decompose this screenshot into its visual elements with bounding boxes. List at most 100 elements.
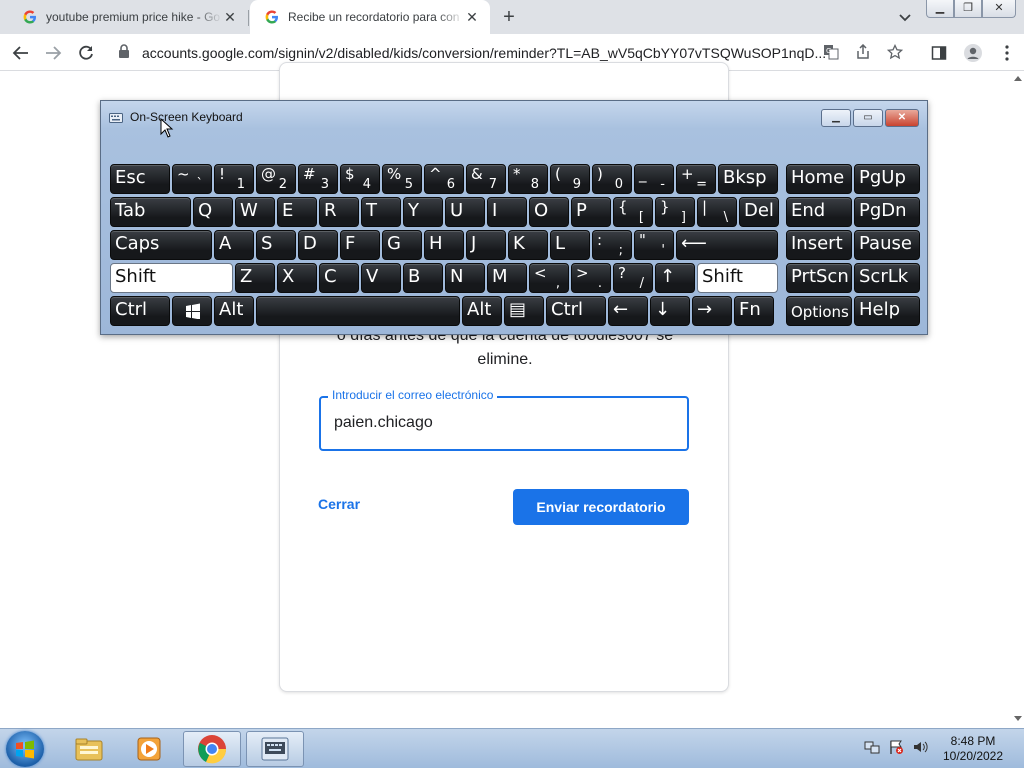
close-tab-icon[interactable]: ✕: [464, 9, 480, 26]
key-a[interactable]: A: [214, 230, 254, 260]
key--2-12[interactable]: ⟵: [676, 230, 778, 260]
key-u[interactable]: U: [445, 197, 485, 227]
key-e[interactable]: E: [277, 197, 317, 227]
explorer-taskbar-icon[interactable]: [60, 731, 118, 767]
key-options[interactable]: Options: [786, 296, 852, 326]
key-z[interactable]: Z: [235, 263, 275, 293]
key--0-12[interactable]: _ -: [634, 164, 674, 194]
key--1-11[interactable]: {[: [613, 197, 653, 227]
close-button[interactable]: Cerrar: [310, 490, 368, 518]
key-f[interactable]: F: [340, 230, 380, 260]
key--4-8[interactable]: ↓: [650, 296, 690, 326]
close-window-icon[interactable]: ✕: [982, 0, 1016, 18]
key-8[interactable]: * 8: [508, 164, 548, 194]
scroll-down-arrow-icon[interactable]: [1014, 716, 1022, 721]
key-ctrl[interactable]: Ctrl: [546, 296, 606, 326]
key-d[interactable]: D: [298, 230, 338, 260]
key-6[interactable]: ^ 6: [424, 164, 464, 194]
menu-dots-icon[interactable]: [996, 42, 1018, 64]
key-l[interactable]: L: [550, 230, 590, 260]
chevron-down-icon[interactable]: [896, 8, 914, 26]
key-t[interactable]: T: [361, 197, 401, 227]
key-pause[interactable]: Pause: [854, 230, 920, 260]
restore-icon[interactable]: ❐: [954, 0, 982, 18]
key-k[interactable]: K: [508, 230, 548, 260]
key-alt[interactable]: Alt: [462, 296, 502, 326]
context-menu-key[interactable]: ▤: [504, 296, 544, 326]
key--4-9[interactable]: →: [692, 296, 732, 326]
key-4[interactable]: $4: [340, 164, 380, 194]
chrome-taskbar-icon[interactable]: [183, 731, 241, 767]
start-button[interactable]: [6, 731, 44, 767]
tab-recordatorio[interactable]: Recibe un recordatorio para con ✕: [250, 0, 490, 34]
key--2-10[interactable]: :;: [592, 230, 632, 260]
key--3-10[interactable]: ? /: [613, 263, 653, 293]
key--4-7[interactable]: ←: [608, 296, 648, 326]
key-b[interactable]: B: [403, 263, 443, 293]
key-3[interactable]: #3: [298, 164, 338, 194]
key-1[interactable]: ! 1: [214, 164, 254, 194]
key-y[interactable]: Y: [403, 197, 443, 227]
key-v[interactable]: V: [361, 263, 401, 293]
osk-minimize-icon[interactable]: ▁: [821, 109, 851, 127]
key-fn[interactable]: Fn: [734, 296, 774, 326]
key-bksp[interactable]: Bksp: [718, 164, 778, 194]
system-clock[interactable]: 8:48 PM 10/20/2022: [936, 734, 1010, 764]
osk-titlebar[interactable]: On-Screen Keyboard: [109, 110, 243, 124]
key-ctrl[interactable]: Ctrl: [110, 296, 170, 326]
key-g[interactable]: G: [382, 230, 422, 260]
key-h[interactable]: H: [424, 230, 464, 260]
key-pgup[interactable]: PgUp: [854, 164, 920, 194]
key-tab[interactable]: Tab: [110, 197, 191, 227]
key-m[interactable]: M: [487, 263, 527, 293]
key-home[interactable]: Home: [786, 164, 852, 194]
key-7[interactable]: & 7: [466, 164, 506, 194]
osk-taskbar-icon[interactable]: [246, 731, 304, 767]
minimize-icon[interactable]: ▁: [926, 0, 954, 18]
key-caps[interactable]: Caps: [110, 230, 212, 260]
key-j[interactable]: J: [466, 230, 506, 260]
key-5[interactable]: % 5: [382, 164, 422, 194]
network-icon[interactable]: [864, 739, 880, 755]
key-scrlk[interactable]: ScrLk: [854, 263, 920, 293]
key-n[interactable]: N: [445, 263, 485, 293]
key--0-13[interactable]: + =: [676, 164, 716, 194]
key-help[interactable]: Help: [854, 296, 920, 326]
key-del[interactable]: Del: [739, 197, 779, 227]
key-s[interactable]: S: [256, 230, 296, 260]
key--3-9[interactable]: >.: [571, 263, 611, 293]
email-field-value[interactable]: paien.chicago: [334, 414, 433, 432]
close-tab-icon[interactable]: ✕: [222, 9, 238, 26]
action-center-flag-icon[interactable]: [888, 739, 904, 755]
key-0[interactable]: ) 0: [592, 164, 632, 194]
lock-icon[interactable]: [118, 44, 134, 61]
key--0-1[interactable]: ~ `: [172, 164, 212, 194]
share-icon[interactable]: [854, 43, 872, 61]
key-q[interactable]: Q: [193, 197, 233, 227]
key-shift[interactable]: Shift: [697, 263, 778, 293]
space-key[interactable]: [256, 296, 460, 326]
key-insert[interactable]: Insert: [786, 230, 852, 260]
key--1-13[interactable]: | \: [697, 197, 737, 227]
key-x[interactable]: X: [277, 263, 317, 293]
media-player-taskbar-icon[interactable]: [120, 731, 178, 767]
key-c[interactable]: C: [319, 263, 359, 293]
bookmark-star-icon[interactable]: [886, 43, 904, 61]
key-i[interactable]: I: [487, 197, 527, 227]
forward-arrow-icon[interactable]: [42, 42, 64, 64]
key-prtscn[interactable]: PrtScn: [786, 263, 852, 293]
key-shift[interactable]: Shift: [110, 263, 233, 293]
key-w[interactable]: W: [235, 197, 275, 227]
translate-icon[interactable]: G: [822, 43, 840, 61]
key-end[interactable]: End: [786, 197, 852, 227]
side-panel-icon[interactable]: [928, 42, 950, 64]
key-o[interactable]: O: [529, 197, 569, 227]
key-esc[interactable]: Esc: [110, 164, 170, 194]
key--3-8[interactable]: <,: [529, 263, 569, 293]
osk-maximize-icon[interactable]: ▭: [853, 109, 883, 127]
volume-icon[interactable]: [912, 739, 928, 755]
profile-avatar-icon[interactable]: [962, 42, 984, 64]
osk-close-icon[interactable]: ✕: [885, 109, 919, 127]
key-p[interactable]: P: [571, 197, 611, 227]
key--3-11[interactable]: ↑: [655, 263, 695, 293]
